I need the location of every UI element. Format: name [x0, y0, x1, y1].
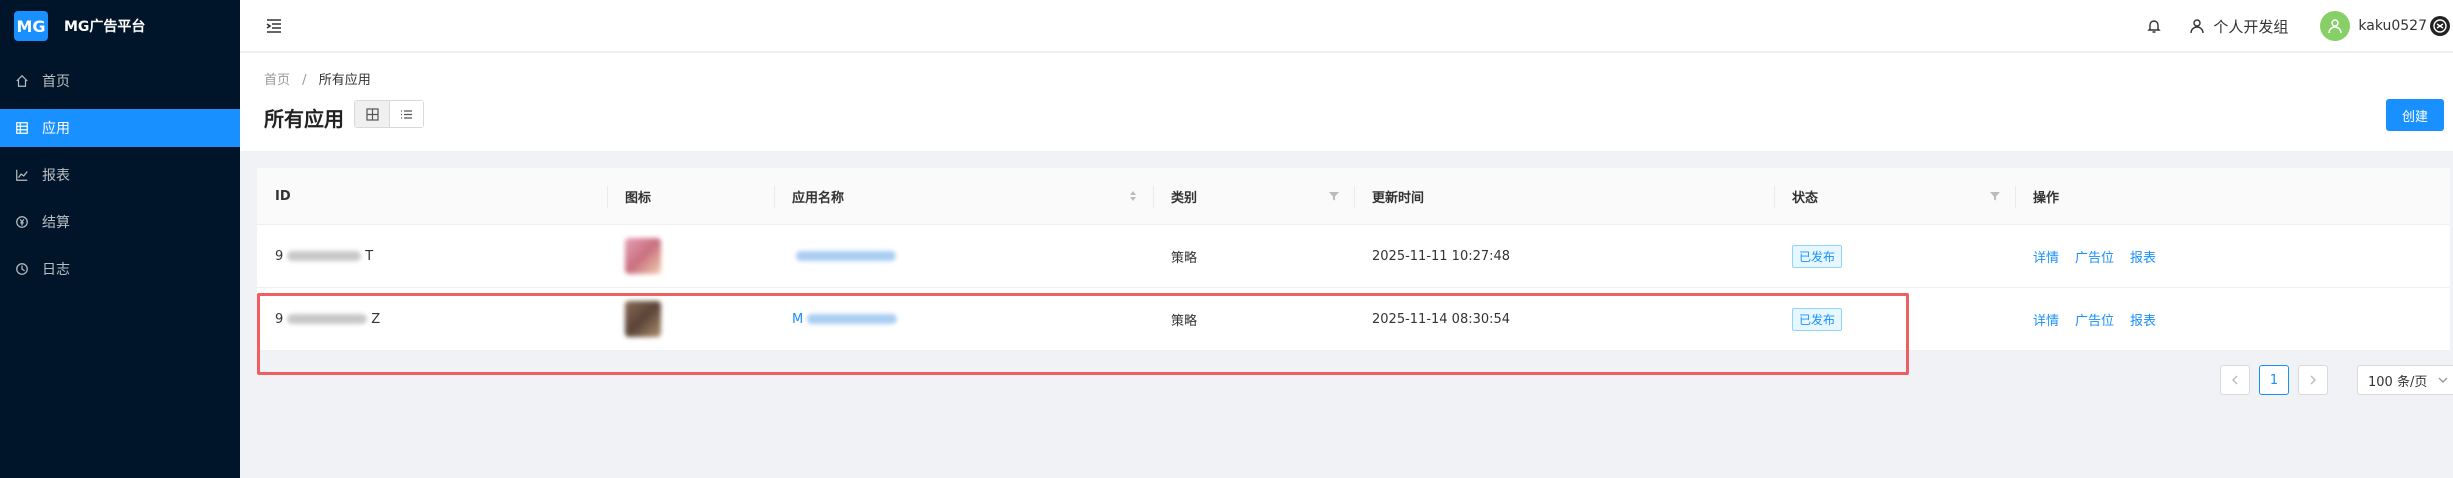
column-header-actions: 操作 [2015, 168, 2450, 224]
menu-fold-icon[interactable] [264, 16, 284, 36]
actions-cell: 详情 广告位 报表 [2015, 225, 2450, 287]
next-page-button[interactable] [2298, 365, 2328, 395]
filter-icon[interactable] [1989, 190, 2001, 202]
list-view-button[interactable] [389, 101, 423, 127]
app-icon-cell [607, 288, 774, 350]
account-type[interactable]: 个人开发组 [2189, 16, 2288, 37]
column-header-status: 状态 [1774, 168, 2015, 224]
app-icon-image [625, 238, 661, 274]
breadcrumb-current: 所有应用 [318, 73, 371, 88]
apps-table: ID 图标 应用名称 类别 更新时间 状态 操作 9T 策略 2025-11-1… [257, 168, 2450, 375]
app-icon-cell [607, 225, 774, 287]
column-header-id: ID [275, 188, 291, 204]
sidebar-item-logs[interactable]: 日志 [0, 250, 240, 288]
app-name-cell: M [774, 288, 1153, 350]
filter-icon[interactable] [1328, 190, 1340, 202]
sidebar-item-apps[interactable]: 应用 [0, 109, 240, 147]
page-header: 首页 / 所有应用 所有应用 创建 [240, 53, 2453, 151]
sidebar-item-label: 日志 [42, 262, 70, 278]
ad-slots-link[interactable]: 广告位 [2075, 247, 2114, 266]
app-title: MG广告平台 [64, 19, 146, 35]
prev-page-button[interactable] [2220, 365, 2250, 395]
chevron-right-icon [2310, 375, 2316, 385]
page-number-button[interactable]: 1 [2259, 365, 2289, 395]
create-button[interactable]: 创建 [2386, 99, 2444, 131]
pagination: 1 100 条/页 [2220, 365, 2453, 395]
details-link[interactable]: 详情 [2033, 247, 2059, 266]
apps-icon [14, 120, 30, 136]
sidebar-item-label: 报表 [42, 168, 70, 184]
status-cell: 已发布 [1774, 288, 2015, 350]
sidebar-item-reports[interactable]: 报表 [0, 156, 240, 194]
app-updated-time: 2025-11-14 08:30:54 [1372, 311, 1511, 327]
app-id: 9T [275, 248, 374, 264]
app-name-link[interactable]: M [792, 312, 901, 327]
grid-view-button[interactable] [355, 101, 389, 127]
sidebar-nav: 首页 应用 报表 结算 日志 [0, 62, 240, 288]
page-title: 所有应用 [264, 107, 344, 131]
breadcrumb-separator: / [302, 73, 307, 88]
column-header-name[interactable]: 应用名称 [774, 168, 1153, 224]
sort-icon[interactable] [1127, 190, 1139, 202]
app-name-cell [774, 225, 1153, 287]
logo-mark: MG [14, 11, 48, 41]
table-row: 9Z M 策略 2025-11-14 08:30:54 已发布 详情 广告位 报… [257, 288, 2450, 351]
table-footer-gap [257, 351, 2450, 375]
column-header-updated: 更新时间 [1354, 168, 1774, 224]
view-toggle [354, 100, 424, 128]
sidebar-item-label: 首页 [42, 74, 70, 90]
github-icon[interactable] [2429, 15, 2451, 37]
list-icon [401, 109, 412, 119]
app-name-link[interactable] [792, 251, 900, 261]
logo[interactable]: MG MG广告平台 [0, 0, 240, 52]
breadcrumb-home[interactable]: 首页 [264, 73, 290, 88]
status-badge: 已发布 [1792, 244, 1843, 268]
chevron-left-icon [2232, 375, 2238, 385]
details-link[interactable]: 详情 [2033, 310, 2059, 329]
app-icon-image [625, 301, 661, 337]
sidebar-item-home[interactable]: 首页 [0, 62, 240, 100]
account-type-label: 个人开发组 [2213, 17, 2289, 36]
app-category: 策略 [1171, 313, 1198, 329]
report-link[interactable]: 报表 [2130, 247, 2156, 266]
column-header-icon: 图标 [607, 168, 774, 224]
app-updated-time: 2025-11-11 10:27:48 [1372, 248, 1511, 264]
table-row: 9T 策略 2025-11-11 10:27:48 已发布 详情 广告位 报表 [257, 225, 2450, 288]
avatar[interactable] [2320, 11, 2351, 41]
sidebar-item-label: 结算 [42, 215, 70, 231]
app-id: 9Z [275, 311, 381, 327]
report-link[interactable]: 报表 [2130, 310, 2156, 329]
top-header: 个人开发组 kaku0527 [240, 0, 2453, 52]
breadcrumb: 首页 / 所有应用 [264, 69, 371, 88]
grid-icon [365, 107, 379, 121]
sidebar: MG MG广告平台 首页 应用 报表 结算 日志 [0, 0, 240, 478]
status-cell: 已发布 [1774, 225, 2015, 287]
actions-cell: 详情 广告位 报表 [2015, 288, 2450, 350]
table-header-row: ID 图标 应用名称 类别 更新时间 状态 操作 [257, 168, 2450, 225]
sidebar-item-label: 应用 [42, 121, 70, 137]
clock-icon [14, 261, 30, 277]
header-right: 个人开发组 kaku0527 [2145, 0, 2453, 52]
chevron-down-icon [2438, 377, 2448, 383]
home-icon [14, 73, 30, 89]
bell-icon[interactable] [2145, 17, 2163, 35]
chart-icon [14, 167, 30, 183]
column-header-category: 类别 [1153, 168, 1354, 224]
app-category: 策略 [1171, 250, 1198, 266]
user-icon [2190, 19, 2205, 34]
page-size-select[interactable]: 100 条/页 [2357, 365, 2453, 395]
money-icon [14, 214, 30, 230]
username[interactable]: kaku0527 [2358, 18, 2427, 34]
status-badge: 已发布 [1792, 307, 1843, 331]
sidebar-item-settlement[interactable]: 结算 [0, 203, 240, 241]
user-icon [2328, 19, 2343, 34]
ad-slots-link[interactable]: 广告位 [2075, 310, 2114, 329]
page-size-value: 100 条/页 [2368, 374, 2428, 390]
